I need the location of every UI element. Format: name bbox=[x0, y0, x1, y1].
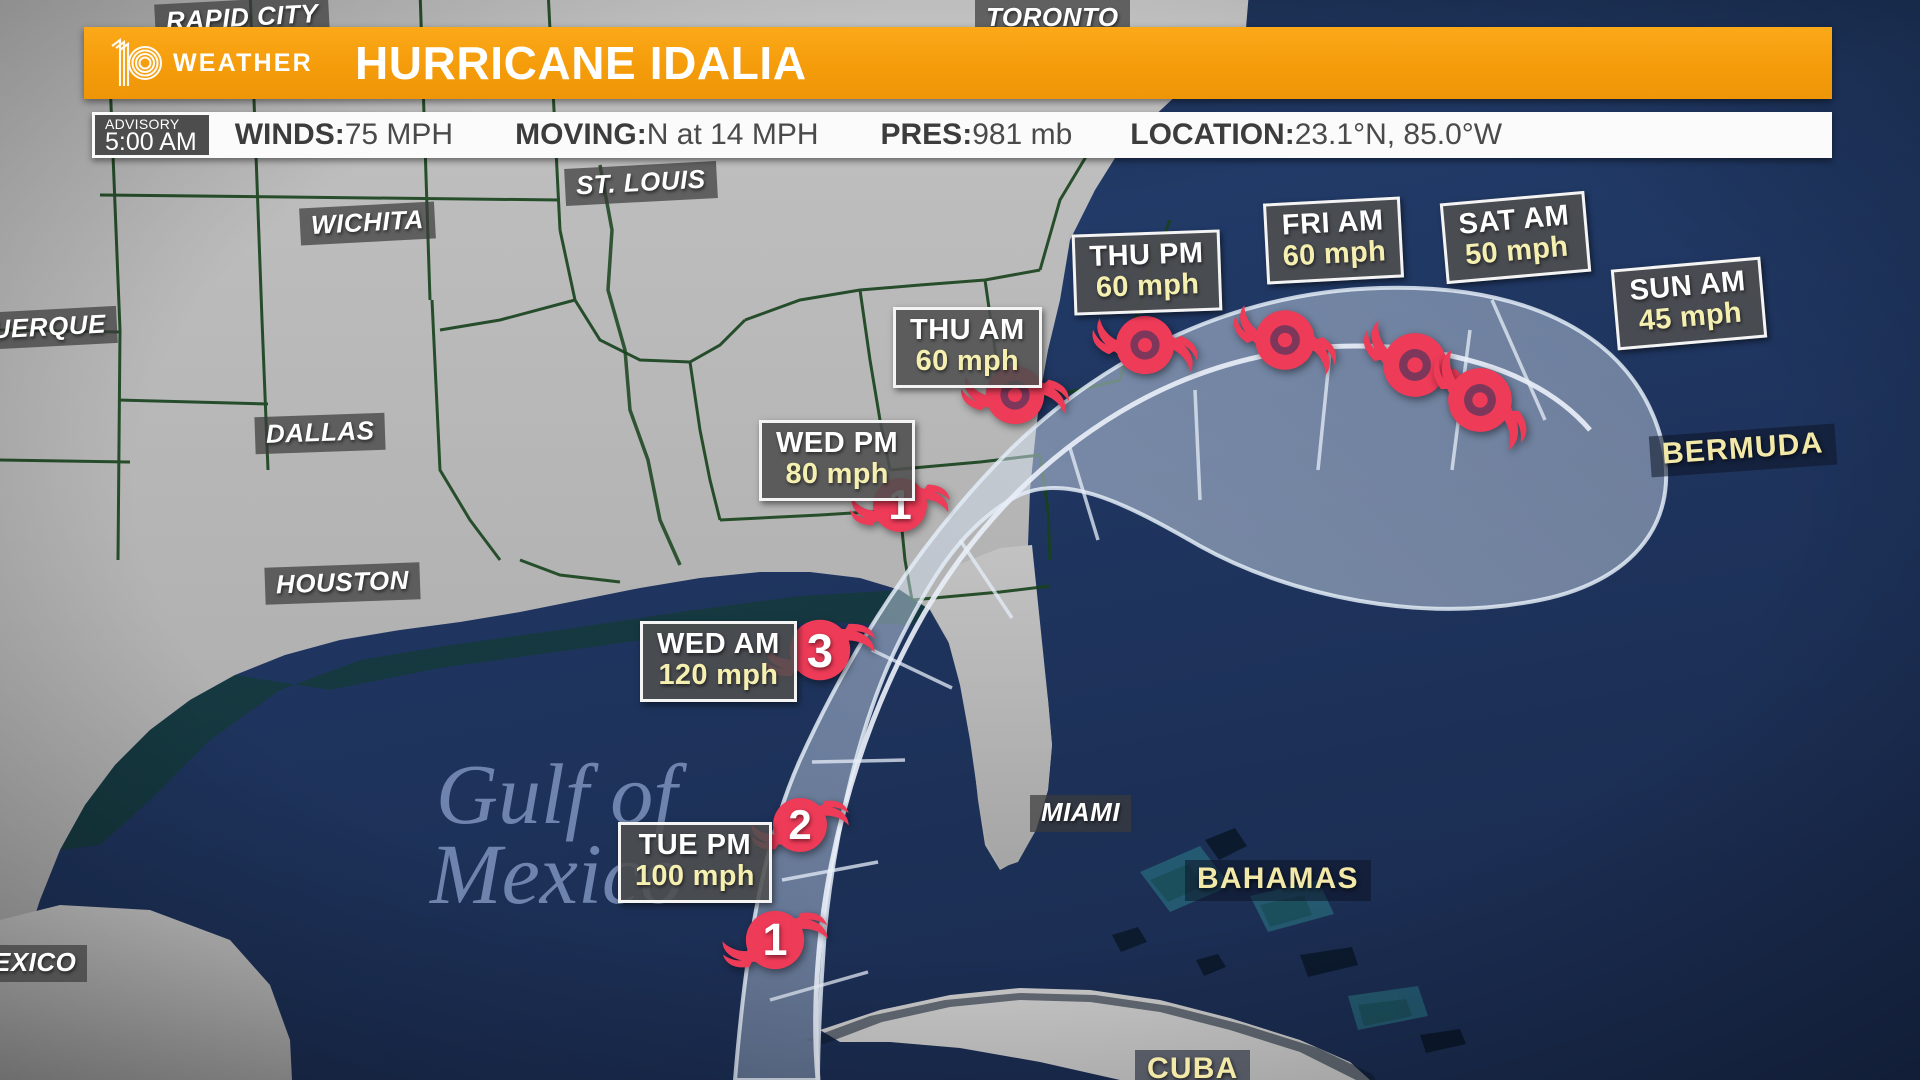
header-bar: WEATHER HURRICANE IDALIA bbox=[84, 27, 1832, 99]
advisory-time: 5:00 AM bbox=[105, 127, 197, 156]
forecast-label-sat-am: SAT AM 50 mph bbox=[1439, 190, 1592, 285]
city-label-dallas: DALLAS bbox=[254, 412, 387, 455]
forecast-label-speed: 80 mph bbox=[785, 458, 889, 491]
stat-location: LOCATION: 23.1°N, 85.0°W bbox=[1130, 118, 1502, 152]
map-overlay-layer: RAPID CITY TORONTO WICHITA ST. LOUIS QUERQUE… bbox=[0, 0, 1920, 1080]
stat-winds-key: WINDS: bbox=[234, 118, 345, 151]
stat-pressure-key: PRES: bbox=[880, 118, 973, 151]
stat-moving-value: N at 14 MPH bbox=[646, 118, 819, 151]
forecast-label-speed: 100 mph bbox=[635, 860, 755, 893]
stat-moving-key: MOVING: bbox=[515, 118, 647, 151]
forecast-label-thu-am: THU AM 60 mph bbox=[893, 307, 1042, 388]
forecast-label-time: WED PM bbox=[776, 427, 899, 459]
logo-10-icon bbox=[111, 37, 163, 86]
advisory-time-badge: ADVISORY 5:00 AM bbox=[95, 115, 209, 155]
forecast-label-sun-am: SUN AM 45 mph bbox=[1610, 256, 1768, 351]
stat-pressure: PRES: 981 mb bbox=[881, 118, 1073, 152]
forecast-label-time: WED AM bbox=[657, 628, 780, 660]
logo-weather-text: WEATHER bbox=[173, 48, 313, 77]
forecast-label-time: TUE PM bbox=[638, 829, 752, 861]
city-label-miami: MIAMI bbox=[1030, 795, 1132, 832]
stat-winds-value: 75 MPH bbox=[344, 118, 454, 151]
page-title: HURRICANE IDALIA bbox=[354, 37, 807, 89]
forecast-label-thu-pm: THU PM 60 mph bbox=[1071, 229, 1223, 316]
forecast-label-wed-am: WED AM 120 mph bbox=[640, 621, 797, 702]
hurricane-symbol-icon bbox=[1233, 305, 1337, 375]
stat-moving: MOVING: N at 14 MPH bbox=[515, 118, 818, 152]
region-label-bahamas: BAHAMAS bbox=[1185, 860, 1371, 901]
stat-location-key: LOCATION: bbox=[1130, 118, 1295, 151]
forecast-label-tue-pm: TUE PM 100 mph bbox=[618, 822, 772, 903]
city-label-st-louis: ST. LOUIS bbox=[564, 161, 718, 206]
region-label-cuba: CUBA bbox=[1135, 1050, 1251, 1080]
city-label-wichita: WICHITA bbox=[299, 201, 436, 246]
forecast-label-fri-am: FRI AM 60 mph bbox=[1262, 196, 1405, 285]
city-label-exico: EXICO bbox=[0, 945, 88, 982]
channel-logo[interactable]: WEATHER bbox=[84, 34, 313, 92]
forecast-label-time: THU AM bbox=[910, 314, 1025, 346]
storm-marker-tropical-storm[interactable] bbox=[1230, 285, 1340, 395]
forecast-label-time: THU PM bbox=[1088, 237, 1205, 273]
stat-pressure-value: 981 mb bbox=[972, 118, 1073, 151]
city-label-houston: HOUSTON bbox=[264, 562, 421, 605]
storm-marker-tropical-storm[interactable] bbox=[1421, 341, 1539, 459]
forecast-label-speed: 120 mph bbox=[658, 659, 779, 692]
forecast-label-speed: 60 mph bbox=[1095, 268, 1200, 305]
forecast-label-wed-pm: WED PM 80 mph bbox=[759, 420, 916, 501]
region-label-bermuda: BERMUDA bbox=[1648, 423, 1837, 478]
stat-location-value: 23.1°N, 85.0°W bbox=[1294, 118, 1503, 151]
forecast-label-speed: 60 mph bbox=[1281, 235, 1387, 274]
forecast-label-speed: 60 mph bbox=[915, 345, 1020, 378]
advisory-strip: ADVISORY 5:00 AM WINDS: 75 MPH MOVING: N… bbox=[92, 112, 1832, 158]
stat-winds: WINDS: 75 MPH bbox=[235, 118, 453, 152]
city-label-querque: QUERQUE bbox=[0, 305, 118, 352]
hurricane-symbol-icon bbox=[1433, 350, 1527, 450]
